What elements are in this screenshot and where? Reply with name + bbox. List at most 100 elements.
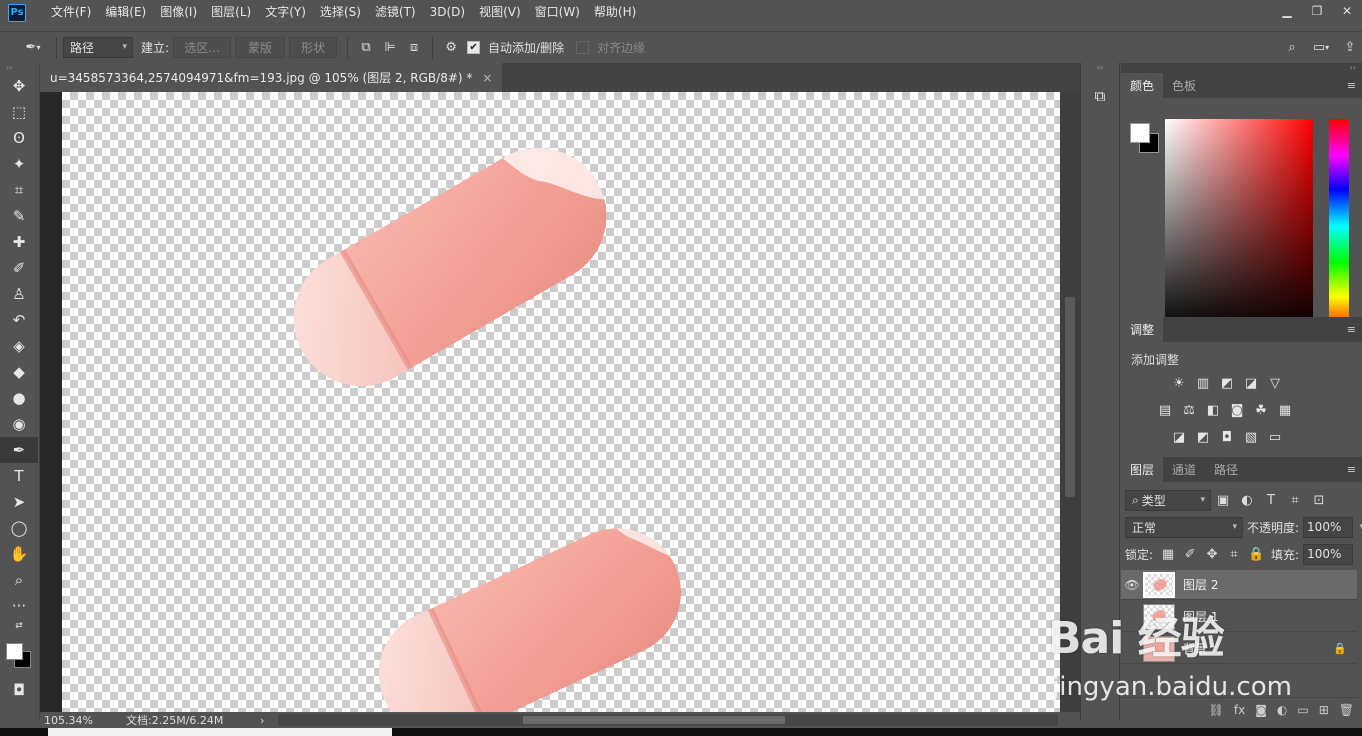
color-balance-icon[interactable]: ⚖ (1179, 400, 1199, 420)
layer-filter-select[interactable]: ⌕ 类型 ▾ (1125, 489, 1211, 511)
group-icon[interactable]: ▭ (1297, 703, 1308, 717)
hue-slider[interactable] (1329, 119, 1349, 333)
collapse-icon[interactable]: ›› (0, 63, 39, 73)
gear-icon[interactable]: ⚙ (439, 37, 463, 59)
layer-row[interactable]: 图层 1 (1121, 602, 1357, 632)
photo-filter-icon[interactable]: ◙ (1227, 400, 1247, 420)
menu-view[interactable]: 视图(V) (472, 0, 528, 25)
menu-filter[interactable]: 滤镜(T) (368, 0, 423, 25)
make-mask-button[interactable]: 蒙版 (235, 37, 286, 58)
fx-icon[interactable]: fx (1234, 703, 1245, 717)
clone-stamp-tool-icon[interactable]: ♙ (0, 281, 38, 307)
expand-icon[interactable]: ‹‹ (1081, 63, 1119, 73)
foreground-color-swatch[interactable] (1130, 123, 1150, 143)
link-icon[interactable]: ⛓ (1209, 703, 1224, 717)
menu-file[interactable]: 文件(F) (44, 0, 98, 25)
menu-image[interactable]: 图像(I) (153, 0, 204, 25)
align-edges-checkbox[interactable]: ✔ (576, 41, 590, 54)
hue-saturation-icon[interactable]: ▤ (1155, 400, 1175, 420)
layer-row[interactable]: 背景 🔒 (1121, 634, 1357, 664)
sponge-tool-icon[interactable]: ◉ (0, 411, 38, 437)
lasso-tool-icon[interactable]: ʘ (0, 125, 38, 151)
menu-help[interactable]: 帮助(H) (587, 0, 643, 25)
delete-icon[interactable]: 🗑 (1339, 703, 1354, 717)
vertical-scrollbar[interactable] (1060, 92, 1080, 712)
tab-color[interactable]: 颜色 (1121, 73, 1164, 98)
selective-color-icon[interactable]: ▧ (1241, 427, 1261, 447)
tab-swatches[interactable]: 色板 (1163, 73, 1205, 98)
pen-preset-icon[interactable]: ✒ ▾ (16, 37, 50, 59)
scrollbar-thumb[interactable] (523, 716, 785, 724)
tab-channels[interactable]: 通道 (1163, 457, 1205, 482)
mode-select[interactable]: 路径 ▾ (63, 37, 133, 58)
blend-mode-select[interactable]: 正常 ▾ (1125, 516, 1243, 538)
quick-mask-icon[interactable]: ◘ (0, 677, 38, 703)
lock-transparent-icon[interactable]: ▦ (1157, 543, 1179, 565)
menu-layer[interactable]: 图层(L) (204, 0, 258, 25)
canvas-area[interactable] (40, 92, 1080, 712)
channel-mixer-icon[interactable]: ☘ (1251, 400, 1271, 420)
history-panel-icon[interactable]: ⧉ (1081, 83, 1119, 109)
make-selection-button[interactable]: 选区... (173, 37, 232, 58)
panel-menu-icon[interactable]: ≡ (1347, 323, 1356, 336)
black-white-icon[interactable]: ◧ (1203, 400, 1223, 420)
lock-all-icon[interactable]: 🔒 (1245, 543, 1267, 565)
scrollbar-thumb[interactable] (1065, 297, 1075, 497)
crop-tool-icon[interactable]: ⌗ (0, 177, 38, 203)
menu-3d[interactable]: 3D(D) (423, 0, 472, 25)
lock-position-icon[interactable]: ✥ (1201, 543, 1223, 565)
lock-pixels-icon[interactable]: ✐ (1179, 543, 1201, 565)
move-tool-icon[interactable]: ✥ (0, 73, 38, 99)
ellipse-tool-icon[interactable]: ◯ (0, 515, 38, 541)
filter-shape-icon[interactable]: ⌗ (1283, 489, 1307, 511)
levels-icon[interactable]: ▥ (1193, 373, 1213, 393)
threshold-icon[interactable]: ◘ (1217, 427, 1237, 447)
search-icon[interactable]: ⌕ (1280, 37, 1304, 59)
color-lookup-icon[interactable]: ▦ (1275, 400, 1295, 420)
path-operations-icon[interactable]: ⧉ (354, 37, 378, 59)
document-tab[interactable]: u=3458573364,2574094971&fm=193.jpg @ 105… (40, 63, 503, 92)
brush-tool-icon[interactable]: ✐ (0, 255, 38, 281)
opacity-input[interactable]: 100% ▾ (1303, 516, 1362, 538)
brightness-icon[interactable]: ☀ (1169, 373, 1189, 393)
visibility-eye-icon[interactable]: 👁 (1121, 578, 1143, 592)
filter-pixel-icon[interactable]: ▣ (1211, 489, 1235, 511)
vibrance-icon[interactable]: ▽ (1265, 373, 1285, 393)
marquee-tool-icon[interactable]: ⬚ (0, 99, 38, 125)
magic-wand-tool-icon[interactable]: ✦ (0, 151, 38, 177)
adjustment-icon[interactable]: ◐ (1277, 703, 1287, 717)
lock-artboard-icon[interactable]: ⌗ (1223, 543, 1245, 565)
restore-icon[interactable]: ❐ (1302, 0, 1332, 22)
history-brush-tool-icon[interactable]: ↶ (0, 307, 38, 333)
close-icon[interactable]: ✕ (1332, 0, 1362, 22)
eyedropper-tool-icon[interactable]: ✎ (0, 203, 38, 229)
exposure-icon[interactable]: ◪ (1241, 373, 1261, 393)
gradient-map-icon[interactable]: ▭ (1265, 427, 1285, 447)
hand-tool-icon[interactable]: ✋ (0, 541, 38, 567)
zoom-level[interactable]: 105.34% (44, 714, 114, 727)
taskbar-search[interactable] (48, 728, 392, 736)
panel-menu-icon[interactable]: ≡ (1347, 463, 1356, 476)
foreground-color-swatch[interactable] (6, 643, 23, 660)
menu-select[interactable]: 选择(S) (313, 0, 368, 25)
swap-colors-icon[interactable]: ⇄ (0, 619, 38, 633)
fill-input[interactable]: 100% (1303, 543, 1354, 565)
pen-tool-icon[interactable]: ✒ (0, 437, 38, 463)
filter-adjustment-icon[interactable]: ◐ (1235, 489, 1259, 511)
minimize-icon[interactable]: ▁ (1272, 0, 1302, 22)
menu-window[interactable]: 窗口(W) (528, 0, 587, 25)
path-alignment-icon[interactable]: ⊫ (378, 37, 402, 59)
posterize-icon[interactable]: ◩ (1193, 427, 1213, 447)
eraser-tool-icon[interactable]: ◈ (0, 333, 38, 359)
auto-add-delete-checkbox[interactable]: ✔ (467, 41, 481, 54)
tab-paths[interactable]: 路径 (1205, 457, 1247, 482)
panel-menu-icon[interactable]: ≡ (1347, 79, 1356, 92)
more-tools-icon[interactable]: ··· (0, 593, 38, 619)
healing-brush-tool-icon[interactable]: ✚ (0, 229, 38, 255)
path-arrangement-icon[interactable]: ⧈ (402, 37, 426, 59)
share-icon[interactable]: ⇪ (1338, 37, 1362, 59)
make-shape-button[interactable]: 形状 (289, 37, 338, 58)
workspace-icon[interactable]: ▭ ▾ (1304, 37, 1338, 59)
paint-bucket-tool-icon[interactable]: ◆ (0, 359, 38, 385)
tab-layers[interactable]: 图层 (1121, 457, 1164, 482)
